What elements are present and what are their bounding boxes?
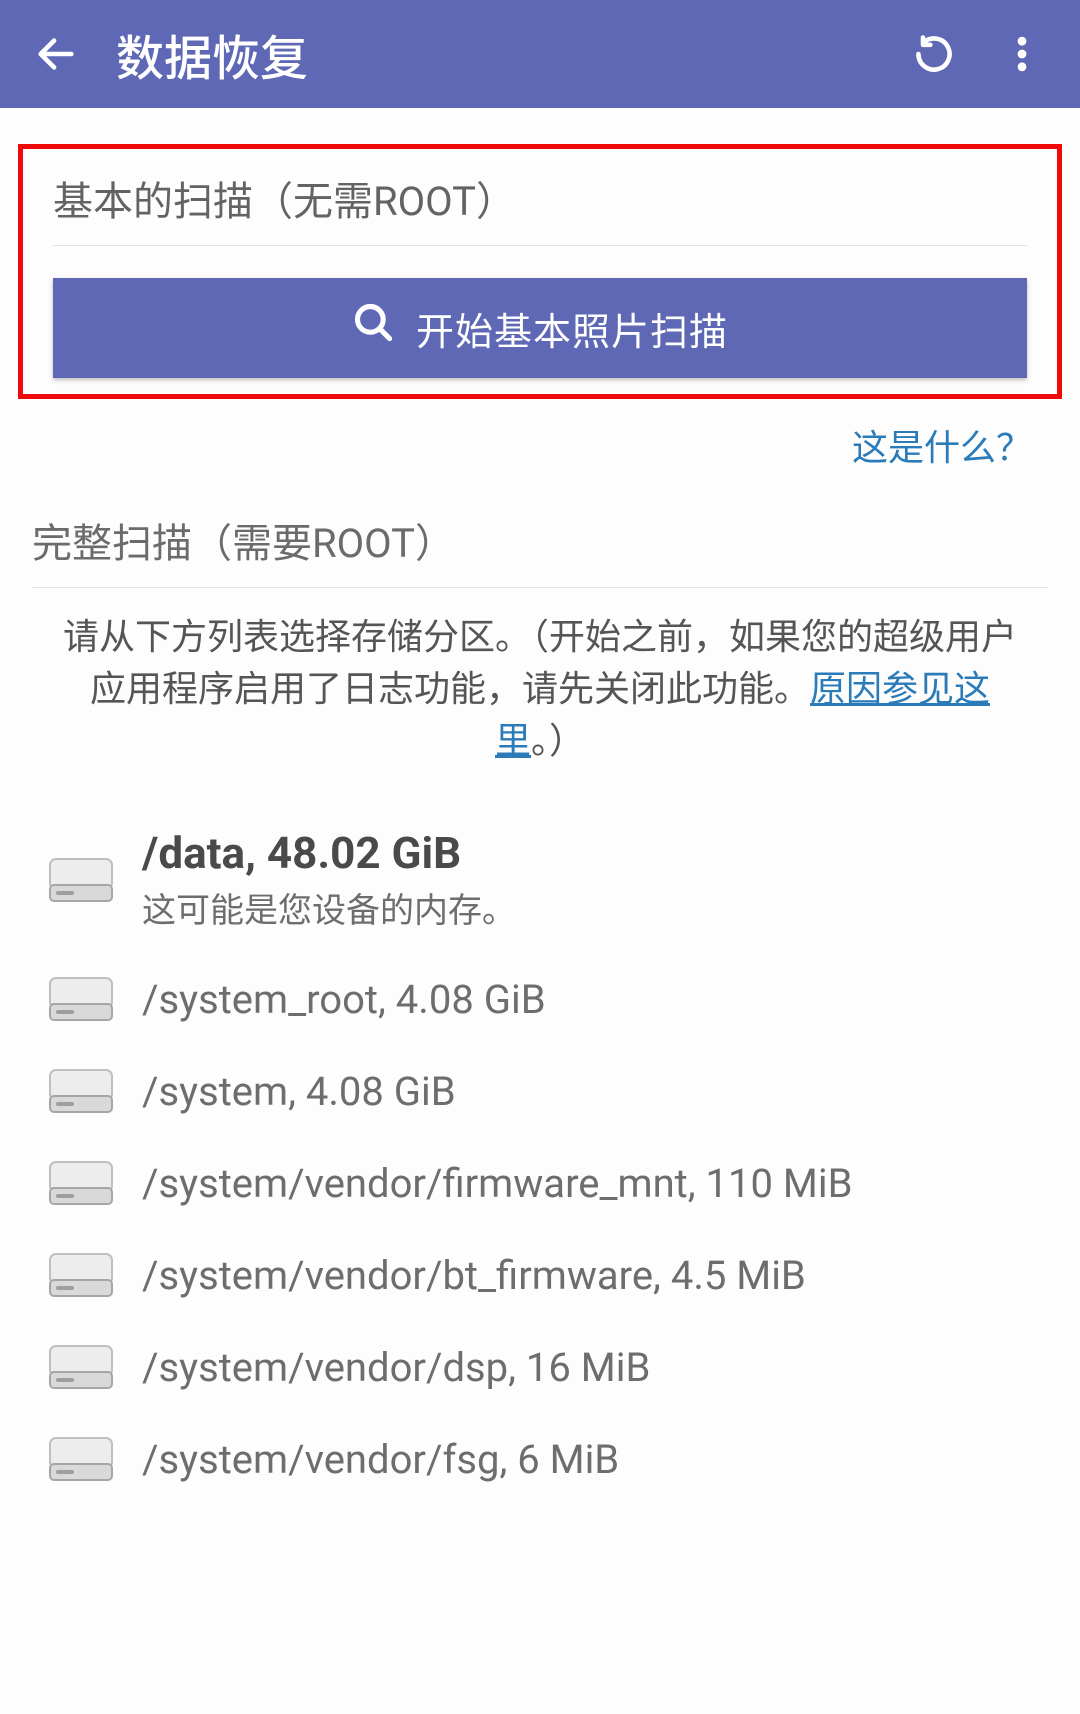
drive-icon — [48, 974, 114, 1024]
basic-scan-title: 基本的扫描（无需ROOT） — [53, 157, 1027, 246]
drive-icon — [48, 1434, 114, 1484]
drive-icon — [48, 855, 114, 905]
page-title: 数据恢复 — [88, 19, 912, 89]
partition-text: /system/vendor/dsp, 16 MiB — [142, 1344, 650, 1391]
partition-label: /system/vendor/fsg, 6 MiB — [142, 1436, 619, 1483]
partition-text: /system, 4.08 GiB — [142, 1068, 456, 1115]
content: 基本的扫描（无需ROOT） 开始基本照片扫描 这是什么？ 完整扫描（需要ROOT… — [0, 144, 1080, 1506]
app-bar: 数据恢复 — [0, 0, 1080, 108]
partition-text: /data, 48.02 GiB这可能是您设备的内存。 — [142, 827, 516, 932]
partition-label: /system_root, 4.08 GiB — [142, 976, 546, 1023]
refresh-button[interactable] — [912, 32, 956, 76]
basic-scan-highlight: 基本的扫描（无需ROOT） 开始基本照片扫描 — [18, 144, 1062, 399]
start-basic-scan-label: 开始基本照片扫描 — [416, 301, 728, 356]
start-basic-scan-button[interactable]: 开始基本照片扫描 — [53, 278, 1027, 378]
partition-item[interactable]: /system/vendor/dsp, 16 MiB — [32, 1322, 1048, 1414]
partition-text: /system/vendor/firmware_mnt, 110 MiB — [142, 1160, 853, 1207]
search-icon — [352, 301, 396, 355]
drive-icon — [48, 1066, 114, 1116]
partition-label: /system, 4.08 GiB — [142, 1068, 456, 1115]
drive-icon — [48, 1250, 114, 1300]
partition-item[interactable]: /system/vendor/fsg, 6 MiB — [32, 1414, 1048, 1506]
partition-label: /data, 48.02 GiB — [142, 827, 516, 879]
partition-item[interactable]: /data, 48.02 GiB这可能是您设备的内存。 — [32, 807, 1048, 954]
full-scan-title: 完整扫描（需要ROOT） — [32, 511, 1048, 588]
more-button[interactable] — [1000, 32, 1044, 76]
desc-text-2: 。） — [531, 720, 585, 762]
divider — [0, 108, 1080, 112]
basic-scan-section: 基本的扫描（无需ROOT） 开始基本照片扫描 — [23, 157, 1057, 378]
partition-text: /system/vendor/bt_firmware, 4.5 MiB — [142, 1252, 806, 1299]
drive-icon — [48, 1158, 114, 1208]
what-is-this-link[interactable]: 这是什么？ — [0, 419, 1032, 471]
partition-label: /system/vendor/dsp, 16 MiB — [142, 1344, 650, 1391]
app-bar-actions — [912, 32, 1056, 76]
partition-item[interactable]: /system/vendor/bt_firmware, 4.5 MiB — [32, 1230, 1048, 1322]
partition-label: /system/vendor/firmware_mnt, 110 MiB — [142, 1160, 853, 1207]
partition-label: /system/vendor/bt_firmware, 4.5 MiB — [142, 1252, 806, 1299]
back-button[interactable] — [24, 31, 88, 77]
partition-sublabel: 这可能是您设备的内存。 — [142, 883, 516, 932]
partition-item[interactable]: /system/vendor/firmware_mnt, 110 MiB — [32, 1138, 1048, 1230]
partition-item[interactable]: /system, 4.08 GiB — [32, 1046, 1048, 1138]
partition-list: /data, 48.02 GiB这可能是您设备的内存。 /system_root,… — [32, 807, 1048, 1506]
partition-text: /system/vendor/fsg, 6 MiB — [142, 1436, 619, 1483]
drive-icon — [48, 1342, 114, 1392]
full-scan-description: 请从下方列表选择存储分区。（开始之前，如果您的超级用户应用程序启用了日志功能，请… — [32, 588, 1048, 777]
partition-item[interactable]: /system_root, 4.08 GiB — [32, 954, 1048, 1046]
partition-text: /system_root, 4.08 GiB — [142, 976, 546, 1023]
full-scan-section: 完整扫描（需要ROOT） 请从下方列表选择存储分区。（开始之前，如果您的超级用户… — [32, 511, 1048, 1506]
